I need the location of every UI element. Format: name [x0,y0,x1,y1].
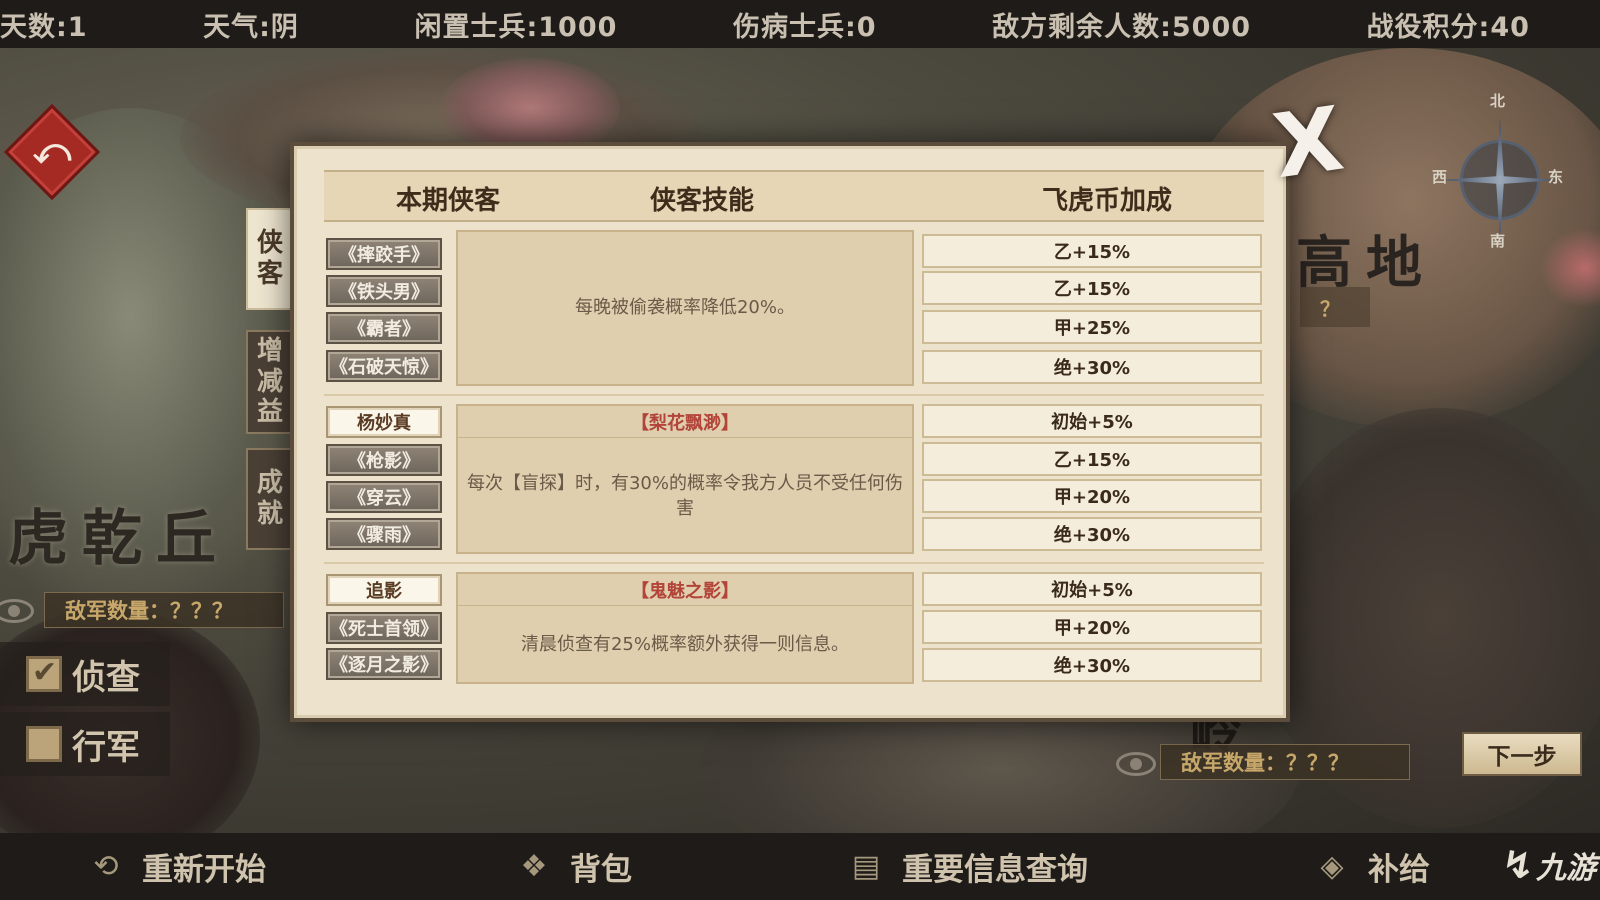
compass-needle-ew [1440,176,1560,184]
supply-button[interactable]: ◈ 补给 [1310,833,1430,900]
hero-item[interactable]: 《石破天惊》 [326,350,442,382]
hero-item[interactable]: 追影 [326,574,442,606]
watermark-icon: ↯ [1502,843,1534,887]
watermark-logo: ↯ 九游 [1502,843,1596,887]
march-checkbox[interactable] [26,726,62,762]
supply-label: 补给 [1368,852,1430,888]
bonus-cell: 甲+20% [922,479,1262,513]
skill-description: 每晚被偷袭概率降低20%。 [574,297,795,319]
skill-description: 每次【盲探】时，有30%的概率令我方人员不受任何伤害 [466,472,903,519]
enemy-remaining-stat: 敌方剩余人数:5000 [992,11,1252,43]
skill-box: 每晚被偷袭概率降低20%。 [456,230,914,386]
skill-name: 【梨花飘渺】 [458,406,912,438]
group-divider [324,562,1264,564]
scout-checkbox[interactable] [26,655,62,692]
restart-label: 重新开始 [142,852,266,888]
battle-points-stat: 战役积分:40 [1366,11,1530,43]
bonus-cell: 绝+30% [922,648,1262,682]
hero-item[interactable]: 《铁头男》 [326,275,442,307]
table-header: 本期侠客 侠客技能 飞虎币加成 [324,170,1264,222]
skill-box: 【鬼魅之影】 清晨侦查有25%概率额外获得一则信息。 [456,572,914,684]
bonus-cell: 绝+30% [922,517,1262,551]
skill-box: 【梨花飘渺】 每次【盲探】时，有30%的概率令我方人员不受任何伤害 [456,404,914,554]
bag-icon: ❖ [520,849,548,884]
enemy-count-left: 敌军数量：？？？ [44,592,284,628]
compass-east: 东 [1548,168,1564,186]
scout-label: 侦查 [72,657,140,698]
bonus-cell: 初始+5% [922,572,1262,606]
bonus-cell: 绝+30% [922,350,1262,384]
tab-buffs[interactable]: 增减益 [246,330,294,434]
hero-item[interactable]: 《穿云》 [326,481,442,513]
compass-north: 北 [1490,92,1506,110]
header-skill: 侠客技能 [650,186,755,216]
eye-icon[interactable] [1116,752,1156,776]
bonus-cell: 乙+15% [922,234,1262,268]
next-step-button[interactable]: 下一步 [1462,732,1582,776]
bonus-cell: 初始+5% [922,404,1262,438]
march-label: 行军 [72,727,140,768]
hero-item[interactable]: 杨妙真 [326,406,442,438]
idle-soldiers-stat: 闲置士兵:1000 [414,11,618,43]
compass-south: 南 [1490,232,1506,250]
days-stat: 天数:1 [0,11,88,43]
scroll-icon: ▤ [851,849,881,884]
bonus-cell: 甲+25% [922,310,1262,344]
bag-button[interactable]: ❖ 背包 [512,833,632,900]
hero-item[interactable]: 《死士首领》 [326,612,442,644]
close-icon[interactable]: X [1261,86,1356,197]
xiake-modal: 本期侠客 侠客技能 飞虎币加成 《摔跤手》 《铁头男》 《霸者》 《石破天惊》 … [290,142,1290,722]
unknown-marker: ？ [1300,287,1370,327]
hero-item[interactable]: 《骤雨》 [326,518,442,550]
compass: 北 南 西 东 [1432,92,1570,250]
tab-xiake[interactable]: 侠客 [246,208,294,310]
bonus-cell: 甲+20% [922,610,1262,644]
compass-west: 西 [1432,168,1448,186]
restart-icon: ⟲ [93,849,119,884]
bag-label: 背包 [570,852,632,888]
return-arrow-icon: ⤺ [32,131,72,172]
scout-option[interactable]: 侦查 [0,642,170,706]
weather-stat: 天气:阴 [203,11,299,43]
header-bonus: 飞虎币加成 [1042,186,1173,216]
status-bar: 天数:1 天气:阴 闲置士兵:1000 伤病士兵:0 敌方剩余人数:5000 战… [0,0,1600,48]
restart-button[interactable]: ⟲ 重新开始 [84,833,266,900]
skill-description: 清晨侦查有25%概率额外获得一则信息。 [520,634,849,656]
tab-achievements[interactable]: 成就 [246,448,294,550]
hero-item[interactable]: 《逐月之影》 [326,648,442,680]
enemy-count-right: 敌军数量：？？？ [1160,744,1410,780]
info-query-label: 重要信息查询 [902,852,1088,888]
wounded-soldiers-stat: 伤病士兵:0 [732,11,877,43]
place-name-left[interactable]: 虎乾丘 [8,490,230,577]
watermark-text: 九游 [1536,851,1596,886]
header-hero: 本期侠客 [396,186,501,216]
bonus-cell: 乙+15% [922,271,1262,305]
bottom-bar: ⟲ 重新开始 ❖ 背包 ▤ 重要信息查询 ◈ 补给 ↯ 九游 [0,833,1600,900]
hero-item[interactable]: 《霸者》 [326,312,442,344]
skill-name: 【鬼魅之影】 [458,574,912,606]
group-divider [324,394,1264,396]
hero-item[interactable]: 《枪影》 [326,444,442,476]
hero-item[interactable]: 《摔跤手》 [326,238,442,270]
bonus-cell: 乙+15% [922,442,1262,476]
march-option[interactable]: 行军 [0,712,170,776]
info-query-button[interactable]: ▤ 重要信息查询 [844,833,1088,900]
supply-box-icon: ◈ [1320,849,1344,884]
